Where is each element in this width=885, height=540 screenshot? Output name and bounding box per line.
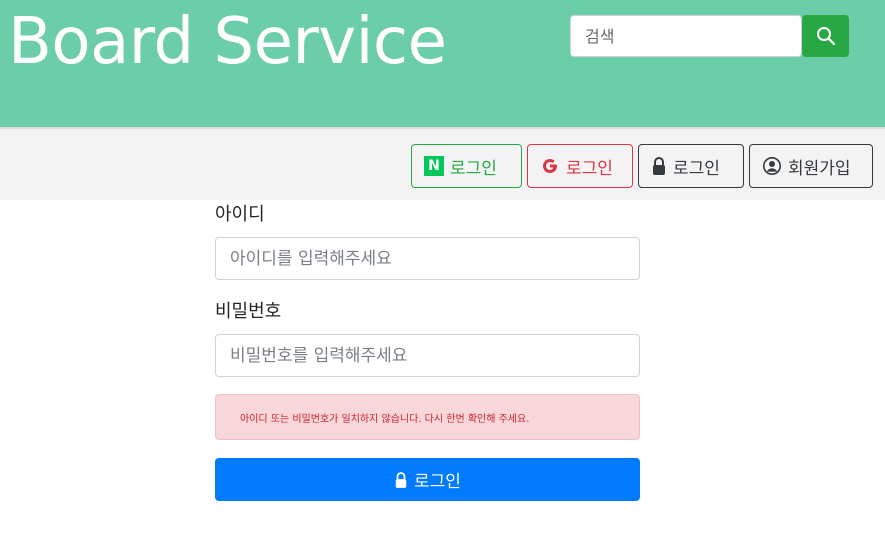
naver-icon: N bbox=[424, 156, 444, 176]
user-circle-icon bbox=[763, 157, 781, 175]
login-button[interactable]: 로그인 bbox=[638, 144, 744, 188]
submit-login-label: 로그인 bbox=[414, 472, 461, 492]
google-login-button[interactable]: 로그인 bbox=[527, 144, 633, 188]
search-icon bbox=[816, 27, 835, 46]
password-input[interactable] bbox=[215, 334, 640, 377]
password-label: 비밀번호 bbox=[215, 301, 282, 322]
id-label: 아이디 bbox=[215, 204, 265, 225]
navbar: N 로그인 로그인 로그인 회원가입 bbox=[0, 127, 885, 200]
google-login-label: 로그인 bbox=[566, 158, 613, 179]
search-input[interactable] bbox=[570, 15, 802, 57]
naver-login-button[interactable]: N 로그인 bbox=[411, 144, 522, 188]
naver-login-label: 로그인 bbox=[450, 158, 497, 179]
search-button[interactable] bbox=[802, 15, 849, 57]
google-icon bbox=[543, 159, 557, 173]
brand-title[interactable]: Board Service bbox=[8, 2, 447, 82]
id-input[interactable] bbox=[215, 237, 640, 280]
error-alert: 아이디 또는 비밀번호가 일치하지 않습니다. 다시 한번 확인해 주세요. bbox=[215, 394, 640, 440]
login-label: 로그인 bbox=[673, 158, 720, 179]
lock-icon bbox=[653, 156, 665, 175]
lock-icon bbox=[395, 471, 407, 488]
submit-login-button[interactable]: 로그인 bbox=[215, 458, 640, 501]
header: Board Service bbox=[0, 0, 885, 127]
signup-label: 회원가입 bbox=[788, 158, 851, 179]
signup-button[interactable]: 회원가입 bbox=[749, 144, 873, 188]
error-message: 아이디 또는 비밀번호가 일치하지 않습니다. 다시 한번 확인해 주세요. bbox=[240, 413, 530, 425]
